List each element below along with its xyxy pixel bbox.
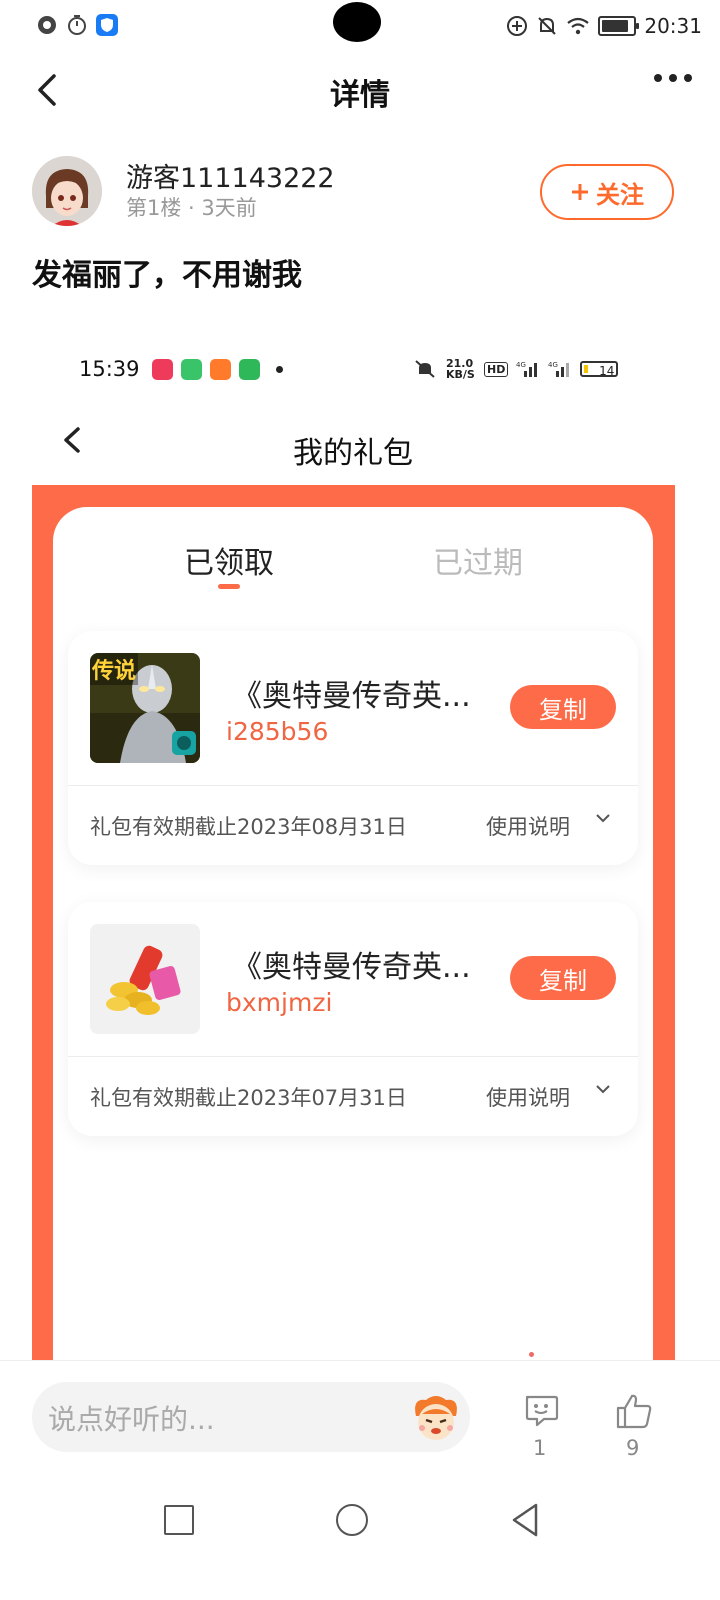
battery-icon [598,16,640,36]
comment-count: 1 [533,1436,547,1460]
follow-label: 关注 [596,180,644,209]
gift-code: bxmjmzi [226,988,333,1017]
like-count: 9 [626,1436,640,1460]
message-icon [38,16,56,34]
net-speed: 21.0 KB/S [446,357,475,381]
gift-expiry: 礼包有效期截止2023年08月31日 [90,815,407,839]
status-bar: 20:31 [0,0,720,54]
user-avatar[interactable] [32,156,102,226]
tab-indicator [218,584,240,589]
plus-icon [572,184,588,200]
status-right-icons: 20:31 [506,14,702,38]
thumbs-up-icon[interactable] [614,1392,654,1430]
card-divider [68,1056,638,1057]
follow-button[interactable]: 关注 [540,164,674,220]
more-options-icon[interactable] [654,74,692,82]
legend-badge: 传说 [90,653,139,685]
gift-expiry: 礼包有效期截止2023年07月31日 [90,1086,407,1110]
username[interactable]: 游客111143222 [126,156,335,195]
grid-app-icon [210,359,231,380]
status-left-icons [36,14,118,36]
game-thumbnail: 传说 [90,653,200,763]
hd-icon: HD [484,361,509,377]
copy-button[interactable]: 复制 [510,956,616,1000]
top-header: 详情 [0,54,720,126]
post-text: 发福丽了，不用谢我 [32,258,302,293]
signal-4g-icon-2: 4G [548,361,570,377]
nav-back-icon[interactable] [510,1502,540,1538]
bell-muted-icon [538,17,557,35]
wifi-icon [567,17,590,35]
chat-app-icon [239,359,260,380]
more-dot-icon [276,366,283,373]
svg-text:4G: 4G [516,361,526,369]
gift-game-name: 《奥特曼传奇英... [232,679,471,714]
usage-instructions[interactable]: 使用说明 [486,1082,570,1112]
shield-app-icon [96,14,118,36]
embedded-battery: 14 [580,361,619,378]
mascot-emoji-icon[interactable] [408,1390,464,1446]
gift-game-name: 《奥特曼传奇英... [232,950,471,985]
card-divider [68,785,638,786]
page-dot-indicator [529,1352,534,1357]
video-app-icon [152,359,173,380]
chevron-down-icon[interactable] [594,1080,612,1098]
timer-icon [68,15,86,35]
gift-code: i285b56 [226,717,329,746]
add-circle-icon [507,16,528,36]
gift-card: 《奥特曼传奇英... bxmjmzi 复制 礼包有效期截止2023年07月31日… [68,902,638,1136]
recent-apps-button[interactable] [164,1505,194,1535]
post-meta: 第1楼 · 3天前 [126,196,257,220]
comment-icon[interactable] [522,1392,560,1430]
embedded-status-time: 15:39 [79,357,140,381]
embedded-status-icons [152,359,283,380]
gift-card: 传说 《奥特曼传奇英... i285b56 复制 礼包有效期截止2023年08月… [68,631,638,865]
chevron-down-icon[interactable] [594,809,612,827]
avatar-girl-icon [32,156,102,226]
shop-app-icon [181,359,202,380]
embedded-status-right: 21.0 KB/S HD 4G 4G 14 [412,357,619,381]
signal-4g-icon: 4G [516,361,538,377]
svg-text:4G: 4G [548,361,558,369]
tab-expired[interactable]: 已过期 [433,538,523,582]
usage-instructions[interactable]: 使用说明 [486,811,570,841]
game-thumbnail [90,924,200,1034]
copy-button[interactable]: 复制 [510,685,616,729]
home-button[interactable] [336,1504,368,1536]
embedded-title: 我的礼包 [293,436,413,471]
tab-claimed[interactable]: 已领取 [184,538,274,582]
page-title: 详情 [330,78,390,113]
status-time: 20:31 [644,14,702,38]
coins-gift-icon [90,924,200,1034]
comment-placeholder[interactable]: 说点好听的... [48,1398,215,1438]
vibrate-muted-icon [415,360,435,378]
camera-cutout [333,2,381,42]
